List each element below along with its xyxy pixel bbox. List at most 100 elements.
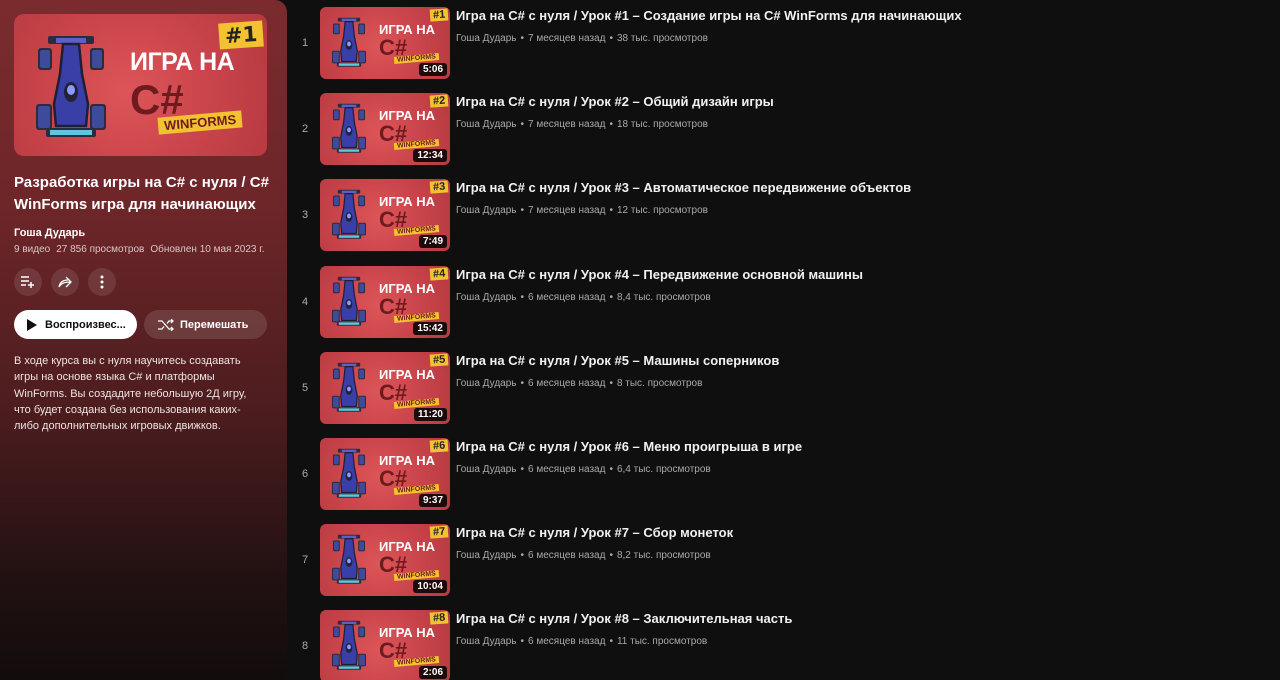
video-author[interactable]: Гоша Дударь [456,119,517,130]
separator-dot: • [609,33,613,44]
more-vert-icon [100,275,104,289]
cover-badge: #1 [217,20,264,50]
video-index: 8 [301,640,309,653]
separator-dot: • [520,291,525,303]
race-car-illustration [332,13,366,71]
playlist-cover[interactable]: #1 ИГРА НА C# WINFORMS [14,14,267,156]
share-button[interactable] [51,268,79,296]
playlist-add-icon [21,276,34,288]
race-car-illustration [332,272,366,330]
video-row[interactable]: 1 #1 ИГРА НА C# WINFORMS 5:06 Игра на C#… [296,7,1280,93]
video-duration: 15:42 [413,321,447,335]
video-index: 7 [301,554,309,567]
video-age: 6 месяцев назад [528,377,606,389]
play-icon [27,318,37,331]
thumbnail-badge: #7 [429,525,449,539]
video-author[interactable]: Гоша Дударь [456,550,517,561]
thumbnail-badge: #4 [429,266,449,281]
video-row[interactable]: 8 #8 ИГРА НА C# WINFORMS 2:06 Игра на C#… [296,610,1280,680]
video-duration: 12:34 [413,149,447,163]
playlist-author[interactable]: Гоша Дударь [14,227,273,239]
separator-dot: • [609,636,613,648]
video-views: 8 тыс. просмотров [616,377,703,389]
video-author[interactable]: Гоша Дударь [456,464,517,475]
video-age: 6 месяцев назад [528,463,606,475]
video-meta: Гоша Дударь • 7 месяцев назад • 38 тыс. прос… [456,33,708,44]
video-age: 6 месяцев назад [528,636,606,648]
video-age: 7 месяцев назад [528,119,606,131]
save-playlist-button[interactable] [14,268,42,296]
video-meta: Гоша Дударь • 6 месяцев назад • 11 тыс. прос… [456,636,707,647]
separator-dot: • [520,205,525,217]
race-car-illustration [332,99,366,157]
separator-dot: • [609,205,613,217]
race-car-illustration [36,34,106,138]
video-row[interactable]: 7 #7 ИГРА НА C# WINFORMS 10:04 Игра на C… [296,524,1280,610]
video-title[interactable]: Игра на C# с нуля / Урок #3 – Автоматиче… [456,180,911,195]
separator-dot: • [609,377,613,389]
video-index: 1 [301,37,309,49]
video-index: 2 [301,123,309,136]
video-title[interactable]: Игра на C# с нуля / Урок #1 – Создание и… [456,8,962,23]
video-row[interactable]: 2 #2 ИГРА НА C# WINFORMS 12:34 Игра на C… [296,93,1280,179]
video-views: 12 тыс. просмотров [616,205,708,217]
video-thumbnail[interactable]: #7 ИГРА НА C# WINFORMS 10:04 [320,524,450,597]
video-row[interactable]: 3 #3 ИГРА НА C# WINFORMS 7:49 Игра на C#… [296,179,1280,265]
video-title[interactable]: Игра на C# с нуля / Урок #7 – Сбор монет… [456,525,733,540]
cover-title: ИГРА НА [130,48,235,76]
separator-dot: • [520,550,525,562]
video-meta: Гоша Дударь • 7 месяцев назад • 18 тыс. прос… [456,119,708,130]
video-duration: 9:37 [418,493,447,507]
video-duration: 5:06 [418,63,447,76]
video-title[interactable]: Игра на C# с нуля / Урок #2 – Общий диза… [456,94,774,109]
video-duration: 10:04 [413,580,447,594]
separator-dot: • [609,119,613,131]
video-row[interactable]: 4 #4 ИГРА НА C# WINFORMS 15:42 Игра на C… [296,265,1280,352]
video-title[interactable]: Игра на C# с нуля / Урок #5 – Машины соп… [456,353,779,368]
video-author[interactable]: Гоша Дударь [456,378,517,389]
race-car-illustration [332,358,366,416]
video-thumbnail[interactable]: #6 ИГРА НА C# WINFORMS 9:37 [320,437,450,510]
race-car-illustration [332,444,366,502]
video-thumbnail[interactable]: #5 ИГРА НА C# WINFORMS 11:20 [320,351,450,424]
play-all-button[interactable]: Воспроизвес... [14,310,137,339]
video-views: 8,4 тыс. просмотров [616,291,711,303]
thumbnail-badge: #8 [429,611,449,625]
play-controls: Воспроизвес... Перемешать [14,310,273,339]
separator-dot: • [520,119,525,131]
video-meta: Гоша Дударь • 7 месяцев назад • 12 тыс. прос… [456,205,708,216]
view-count: 27 856 просмотров [56,244,145,255]
shuffle-label: Перемешать [180,318,249,331]
video-views: 38 тыс. просмотров [616,33,708,44]
thumbnail-badge: #6 [429,439,449,453]
updated-date: Обновлен 10 мая 2023 г. [150,244,265,255]
video-index: 5 [301,381,309,394]
video-duration: 7:49 [418,235,447,249]
video-author[interactable]: Гоша Дударь [456,205,517,216]
video-views: 8,2 тыс. просмотров [616,550,711,562]
video-title[interactable]: Игра на C# с нуля / Урок #6 – Меню проиг… [456,439,802,454]
video-author[interactable]: Гоша Дударь [456,636,517,647]
video-row[interactable]: 6 #6 ИГРА НА C# WINFORMS 9:37 Игра на C#… [296,437,1280,524]
video-title[interactable]: Игра на C# с нуля / Урок #4 – Передвижен… [456,267,863,282]
video-thumbnail[interactable]: #1 ИГРА НА C# WINFORMS 5:06 [320,7,450,79]
video-list: 1 #1 ИГРА НА C# WINFORMS 5:06 Игра на C#… [296,7,1280,680]
separator-dot: • [520,377,525,389]
video-thumbnail[interactable]: #8 ИГРА НА C# WINFORMS 2:06 [320,610,450,680]
video-author[interactable]: Гоша Дударь [456,292,517,303]
video-title[interactable]: Игра на C# с нуля / Урок #8 – Заключител… [456,611,792,626]
separator-dot: • [520,33,525,44]
more-button[interactable] [88,268,116,296]
thumbnail-badge: #1 [429,8,449,22]
thumbnail-badge: #2 [429,94,449,108]
video-views: 18 тыс. просмотров [616,119,708,131]
video-count: 9 видео [14,244,51,255]
video-author[interactable]: Гоша Дударь [456,33,517,44]
share-icon [58,276,72,288]
shuffle-button[interactable]: Перемешать [144,310,267,339]
playlist-description: В ходе курса вы с нуля научитесь создава… [14,355,247,433]
video-row[interactable]: 5 #5 ИГРА НА C# WINFORMS 11:20 Игра на C… [296,351,1280,438]
video-thumbnail[interactable]: #2 ИГРА НА C# WINFORMS 12:34 [320,93,450,166]
video-thumbnail[interactable]: #3 ИГРА НА C# WINFORMS 7:49 [320,179,450,252]
video-thumbnail[interactable]: #4 ИГРА НА C# WINFORMS 15:42 [320,265,450,338]
